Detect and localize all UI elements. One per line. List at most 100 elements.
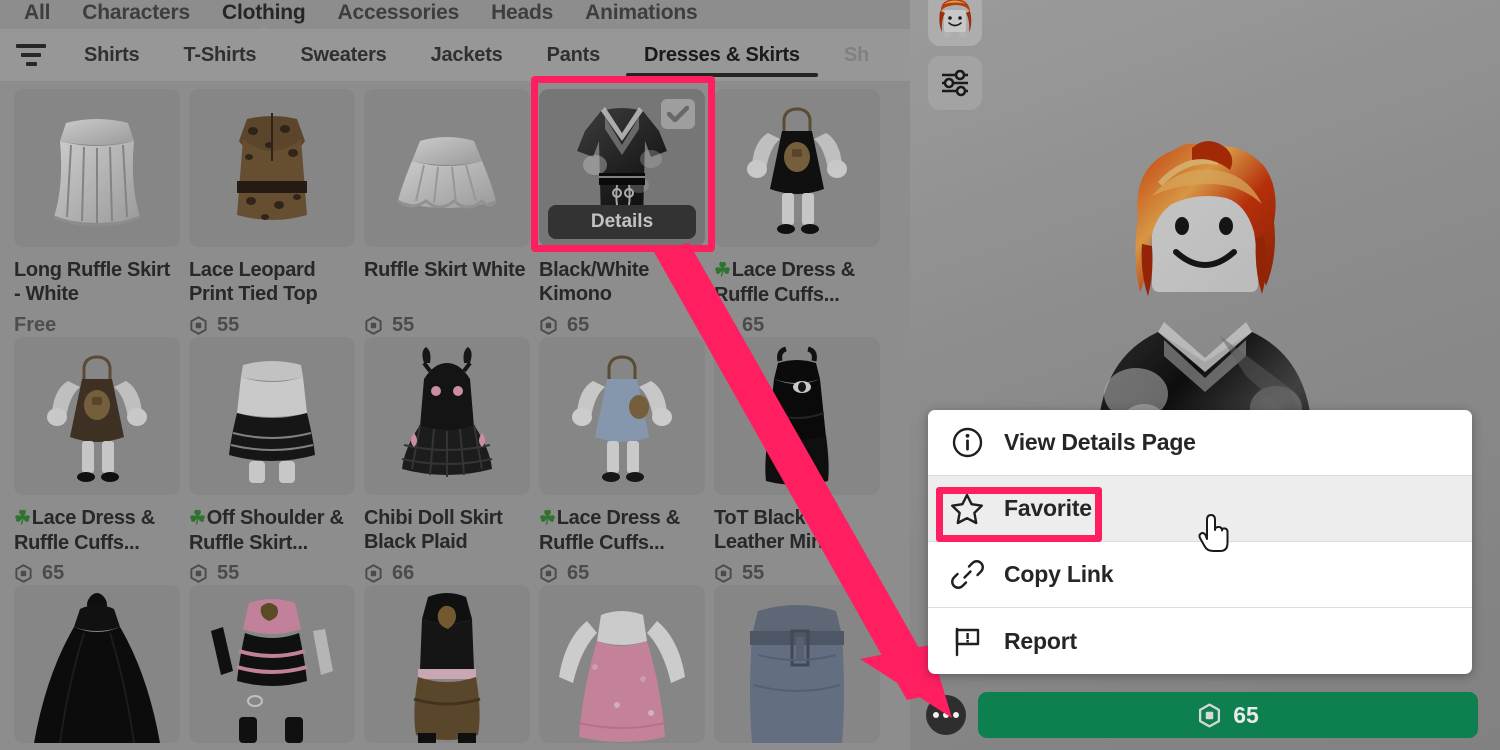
item-title-text: ToT Black Leather Mini (714, 507, 829, 553)
item-thumbnail-tot-black-leather-mini (714, 337, 880, 495)
tab-shirts[interactable]: Shirts (62, 29, 161, 81)
robux-icon (540, 563, 557, 583)
item-thumbnail-wrapper[interactable] (189, 89, 355, 247)
item-thumbnail-wrapper[interactable] (189, 337, 355, 495)
avatar-thumbnail-button[interactable] (928, 0, 982, 46)
item-thumbnail-brown-corset-skirt-partial (364, 585, 530, 743)
item-thumbnail-wrapper[interactable] (14, 89, 180, 247)
filter-sort-button[interactable] (0, 29, 62, 81)
item-thumbnail-wrapper[interactable] (364, 585, 530, 743)
category-nav-item-heads[interactable]: Heads (475, 0, 569, 26)
item-thumbnail-wrapper[interactable] (714, 585, 880, 743)
details-button[interactable]: Details (548, 205, 696, 239)
item-title: Ruffle Skirt White (364, 258, 530, 306)
robux-icon (190, 563, 207, 583)
category-nav-item-all[interactable]: All (8, 0, 66, 26)
context-menu-item-copy-link[interactable]: Copy Link (928, 542, 1472, 608)
item-card[interactable]: Lace Leopard Print Tied Top 55 (189, 89, 355, 337)
item-card[interactable]: ☘Lace Dress & Ruffle Cuffs... 65 (14, 337, 180, 585)
item-card[interactable]: Chibi Doll Skirt Black Plaid 66 (364, 337, 530, 585)
equipped-check-badge[interactable] (661, 99, 695, 129)
item-price-text: 65 (742, 313, 765, 336)
item-card[interactable]: Ruffle Skirt White 55 (364, 89, 530, 337)
item-thumbnail-lace-leopard-print-tied-top (189, 89, 355, 247)
item-title: Lace Leopard Print Tied Top (189, 258, 355, 306)
item-thumbnail-pink-black-outfit-partial (189, 585, 355, 743)
item-thumbnail-wrapper[interactable] (189, 585, 355, 743)
tab-sh[interactable]: Sh (822, 29, 869, 81)
context-menu-item-favorite[interactable]: Favorite (928, 476, 1472, 542)
category-nav-label: All (24, 1, 51, 24)
item-card[interactable]: ToT Black Leather Mini 55 (714, 337, 880, 585)
category-nav-item-clothing[interactable]: Clothing (206, 0, 322, 26)
item-thumbnail-long-ruffle-skirt-white (14, 89, 180, 247)
category-nav-item-characters[interactable]: Characters (66, 0, 206, 26)
robux-icon-wrap (714, 563, 733, 583)
tab-t-shirts[interactable]: T-Shirts (161, 29, 278, 81)
item-title-text: Chibi Doll Skirt Black Plaid (364, 507, 503, 553)
robux-icon (365, 315, 382, 335)
star-outline-icon (950, 492, 984, 526)
item-card[interactable] (714, 585, 880, 743)
item-price: 55 (714, 561, 880, 585)
dot (933, 712, 939, 718)
tab-dresses-skirts[interactable]: Dresses & Skirts (622, 29, 822, 81)
item-title-text: Off Shoulder & Ruffle Skirt... (189, 507, 344, 554)
tab-pants[interactable]: Pants (525, 29, 622, 81)
category-nav-item-animations[interactable]: Animations (569, 0, 713, 26)
robux-icon-wrap (714, 315, 733, 335)
item-thumbnail-wrapper[interactable] (539, 337, 705, 495)
item-thumbnail-wrapper[interactable] (714, 89, 880, 247)
category-nav-item-accessories[interactable]: Accessories (322, 0, 476, 26)
robux-icon (15, 563, 32, 583)
item-card[interactable]: ☘Lace Dress & Ruffle Cuffs... 65 (714, 89, 880, 337)
sliders-icon (942, 69, 968, 97)
item-card[interactable] (539, 585, 705, 743)
item-title: Long Ruffle Skirt - White (14, 258, 180, 306)
item-price: 55 (189, 313, 355, 337)
context-menu-item-label: Report (1004, 627, 1077, 654)
item-thumbnail-wrapper[interactable] (364, 337, 530, 495)
tab-sweaters[interactable]: Sweaters (278, 29, 408, 81)
item-card[interactable] (14, 585, 180, 743)
category-nav-label: Characters (82, 1, 190, 24)
tab-label: Jackets (430, 43, 503, 66)
buy-price-label: 65 (1233, 701, 1259, 728)
item-thumbnail-wrapper[interactable] (364, 89, 530, 247)
item-card[interactable] (189, 585, 355, 743)
item-thumbnail-wrapper[interactable]: Details (539, 89, 705, 247)
preview-tool-buttons (928, 0, 982, 110)
item-price: 65 (539, 561, 705, 585)
item-card[interactable]: Long Ruffle Skirt - White Free (14, 89, 180, 337)
tab-jackets[interactable]: Jackets (409, 29, 525, 81)
dot (953, 712, 959, 718)
avatar-thumbnail-icon (939, 0, 972, 37)
item-thumbnail-ruffle-skirt-white (364, 89, 530, 247)
item-thumbnail-wrapper[interactable] (14, 337, 180, 495)
robux-icon (715, 315, 732, 335)
item-card[interactable]: Details Black/White Kimono 65 (539, 89, 705, 337)
item-grid: Long Ruffle Skirt - White Free Lace Leopa… (0, 81, 910, 743)
item-thumbnail-wrapper[interactable] (714, 337, 880, 495)
context-menu-item-view-details-page[interactable]: View Details Page (928, 410, 1472, 476)
item-thumbnail-wrapper[interactable] (539, 585, 705, 743)
avatar-preview-panel: View Details Page Favorite Copy Link Report… (910, 0, 1500, 750)
more-options-button[interactable] (926, 695, 966, 735)
item-price: 55 (189, 561, 355, 585)
tab-label: Pants (546, 43, 601, 66)
item-card[interactable] (364, 585, 530, 743)
item-card[interactable]: ☘Lace Dress & Ruffle Cuffs... 65 (539, 337, 705, 585)
tab-label: Dresses & Skirts (644, 43, 800, 66)
buy-button[interactable]: 65 (978, 692, 1478, 738)
context-menu-item-report[interactable]: Report (928, 608, 1472, 674)
category-nav-label: Animations (585, 1, 698, 24)
item-title-text: Lace Leopard Print Tied Top (189, 259, 318, 305)
item-price-text: 65 (42, 561, 65, 584)
robux-icon-wrap (364, 315, 383, 335)
item-thumbnail-wrapper[interactable] (14, 585, 180, 743)
item-card[interactable]: ☘Off Shoulder & Ruffle Skirt... 55 (189, 337, 355, 585)
avatar-settings-button[interactable] (928, 56, 982, 110)
category-nav: All Characters Clothing Accessories Heads Ani… (0, 0, 910, 29)
context-menu-item-label: Copy Link (1004, 561, 1114, 587)
item-title: ☘Lace Dress & Ruffle Cuffs... (714, 258, 880, 306)
